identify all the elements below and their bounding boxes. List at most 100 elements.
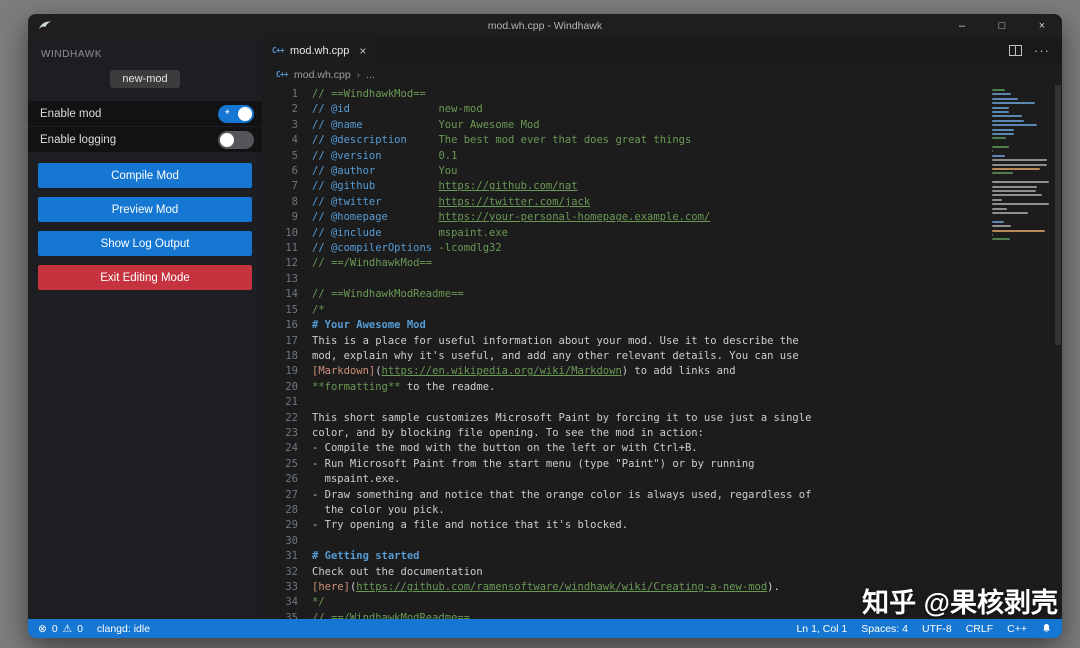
line-number[interactable]: 2 bbox=[262, 102, 298, 117]
breadcrumb-file[interactable]: mod.wh.cpp bbox=[294, 69, 351, 81]
mod-name-badge: new-mod bbox=[110, 70, 179, 88]
line-number[interactable]: 24 bbox=[262, 441, 298, 456]
line-number[interactable]: 25 bbox=[262, 457, 298, 472]
exit-editing-mode-button[interactable]: Exit Editing Mode bbox=[38, 265, 252, 290]
line-number[interactable]: 14 bbox=[262, 287, 298, 302]
editor-scrollbar[interactable] bbox=[1054, 85, 1062, 619]
code-line[interactable]: 10// @include mspaint.exe bbox=[262, 226, 988, 241]
code-line[interactable]: 6// @author You bbox=[262, 164, 988, 179]
tab-close-icon[interactable]: × bbox=[359, 44, 366, 58]
breadcrumb-more[interactable]: ... bbox=[366, 69, 375, 81]
line-number[interactable]: 33 bbox=[262, 580, 298, 595]
code-line[interactable]: 7// @github https://github.com/nat bbox=[262, 179, 988, 194]
line-number[interactable]: 21 bbox=[262, 395, 298, 410]
code-line[interactable]: 30 bbox=[262, 534, 988, 549]
maximize-button[interactable]: □ bbox=[982, 14, 1022, 37]
code-line[interactable]: 4// @description The best mod ever that … bbox=[262, 133, 988, 148]
code-line[interactable]: 18mod, explain why it's useful, and add … bbox=[262, 349, 988, 364]
line-number[interactable]: 8 bbox=[262, 195, 298, 210]
code-line[interactable]: 12// ==/WindhawkMod== bbox=[262, 256, 988, 271]
line-number[interactable]: 35 bbox=[262, 611, 298, 619]
more-actions-icon[interactable]: ··· bbox=[1034, 43, 1050, 58]
code-text: This is a place for useful information a… bbox=[312, 334, 799, 349]
code-line[interactable]: 22This short sample customizes Microsoft… bbox=[262, 411, 988, 426]
code-text: Check out the documentation bbox=[312, 565, 483, 580]
tab-mod-wh-cpp[interactable]: C++ mod.wh.cpp × bbox=[262, 37, 376, 64]
code-line[interactable]: 32 Check out the documentation bbox=[262, 565, 988, 580]
language-mode[interactable]: C++ bbox=[1007, 623, 1027, 635]
code-line[interactable]: 1// ==WindhawkMod== bbox=[262, 87, 988, 102]
code-line[interactable]: 8// @twitter https://twitter.com/jack bbox=[262, 195, 988, 210]
line-number[interactable]: 32 bbox=[262, 565, 298, 580]
split-editor-icon[interactable] bbox=[1009, 45, 1022, 56]
line-number[interactable]: 12 bbox=[262, 256, 298, 271]
line-number[interactable]: 30 bbox=[262, 534, 298, 549]
code-line[interactable]: 9// @homepage https://your-personal-home… bbox=[262, 210, 988, 225]
code-line[interactable]: 16# Your Awesome Mod bbox=[262, 318, 988, 333]
clangd-status[interactable]: clangd: idle bbox=[97, 623, 150, 635]
line-number[interactable]: 26 bbox=[262, 472, 298, 487]
line-number[interactable]: 18 bbox=[262, 349, 298, 364]
line-number[interactable]: 7 bbox=[262, 179, 298, 194]
code-line[interactable]: 24- Compile the mod with the button on t… bbox=[262, 441, 988, 456]
code-line[interactable]: 19[Markdown](https://en.wikipedia.org/wi… bbox=[262, 364, 988, 379]
line-number[interactable]: 22 bbox=[262, 411, 298, 426]
line-number[interactable]: 4 bbox=[262, 133, 298, 148]
indentation-setting[interactable]: Spaces: 4 bbox=[861, 623, 908, 635]
code-line[interactable]: 28 the color you pick. bbox=[262, 503, 988, 518]
scrollbar-thumb[interactable] bbox=[1055, 85, 1061, 345]
line-number[interactable]: 13 bbox=[262, 272, 298, 287]
show-log-output-button[interactable]: Show Log Output bbox=[38, 231, 252, 256]
line-number[interactable]: 27 bbox=[262, 488, 298, 503]
line-number[interactable]: 16 bbox=[262, 318, 298, 333]
line-number[interactable]: 29 bbox=[262, 518, 298, 533]
code-line[interactable]: 5// @version 0.1 bbox=[262, 149, 988, 164]
code-line[interactable]: 25- Run Microsoft Paint from the start m… bbox=[262, 457, 988, 472]
code-line[interactable]: 15/* bbox=[262, 303, 988, 318]
code-line[interactable]: 2// @id new-mod bbox=[262, 102, 988, 117]
line-number[interactable]: 5 bbox=[262, 149, 298, 164]
line-number[interactable]: 17 bbox=[262, 334, 298, 349]
minimize-button[interactable]: – bbox=[942, 14, 982, 37]
code-line[interactable]: 31# Getting started bbox=[262, 549, 988, 564]
enable-mod-toggle[interactable]: * bbox=[218, 105, 254, 123]
code-line[interactable]: 13 bbox=[262, 272, 988, 287]
code-line[interactable]: 21 bbox=[262, 395, 988, 410]
code-line[interactable]: 11// @compilerOptions -lcomdlg32 bbox=[262, 241, 988, 256]
encoding-setting[interactable]: UTF-8 bbox=[922, 623, 952, 635]
line-number[interactable]: 10 bbox=[262, 226, 298, 241]
code-line[interactable]: 3// @name Your Awesome Mod bbox=[262, 118, 988, 133]
title-bar[interactable]: mod.wh.cpp - Windhawk – □ × bbox=[28, 14, 1062, 37]
code-line[interactable]: 23color, and by blocking file opening. T… bbox=[262, 426, 988, 441]
code-line[interactable]: 14// ==WindhawkModReadme== bbox=[262, 287, 988, 302]
line-number[interactable]: 1 bbox=[262, 87, 298, 102]
line-number[interactable]: 15 bbox=[262, 303, 298, 318]
line-number[interactable]: 9 bbox=[262, 210, 298, 225]
line-number[interactable]: 28 bbox=[262, 503, 298, 518]
line-number[interactable]: 19 bbox=[262, 364, 298, 379]
line-number[interactable]: 34 bbox=[262, 595, 298, 610]
eol-setting[interactable]: CRLF bbox=[966, 623, 993, 635]
cursor-position[interactable]: Ln 1, Col 1 bbox=[796, 623, 847, 635]
enable-mod-row: Enable mod * bbox=[28, 101, 262, 126]
minimap[interactable] bbox=[988, 85, 1054, 619]
line-number[interactable]: 6 bbox=[262, 164, 298, 179]
enable-logging-toggle[interactable]: * bbox=[218, 131, 254, 149]
preview-mod-button[interactable]: Preview Mod bbox=[38, 197, 252, 222]
code-line[interactable]: 26 mspaint.exe. bbox=[262, 472, 988, 487]
code-line[interactable]: 20**formatting** to the readme. bbox=[262, 380, 988, 395]
line-number[interactable]: 3 bbox=[262, 118, 298, 133]
line-number[interactable]: 31 bbox=[262, 549, 298, 564]
code-lines[interactable]: 1// ==WindhawkMod==2// @id new-mod3// @n… bbox=[262, 85, 988, 619]
problems-indicator[interactable]: ⊗ 0 ⚠ 0 bbox=[38, 623, 83, 635]
close-button[interactable]: × bbox=[1022, 14, 1062, 37]
line-number[interactable]: 11 bbox=[262, 241, 298, 256]
code-line[interactable]: 29- Try opening a file and notice that i… bbox=[262, 518, 988, 533]
code-line[interactable]: 17 This is a place for useful information… bbox=[262, 334, 988, 349]
breadcrumb[interactable]: C++ mod.wh.cpp › ... bbox=[262, 64, 1062, 85]
line-number[interactable]: 23 bbox=[262, 426, 298, 441]
compile-mod-button[interactable]: Compile Mod bbox=[38, 163, 252, 188]
notifications-bell-icon[interactable] bbox=[1041, 623, 1052, 634]
code-line[interactable]: 27- Draw something and notice that the o… bbox=[262, 488, 988, 503]
line-number[interactable]: 20 bbox=[262, 380, 298, 395]
